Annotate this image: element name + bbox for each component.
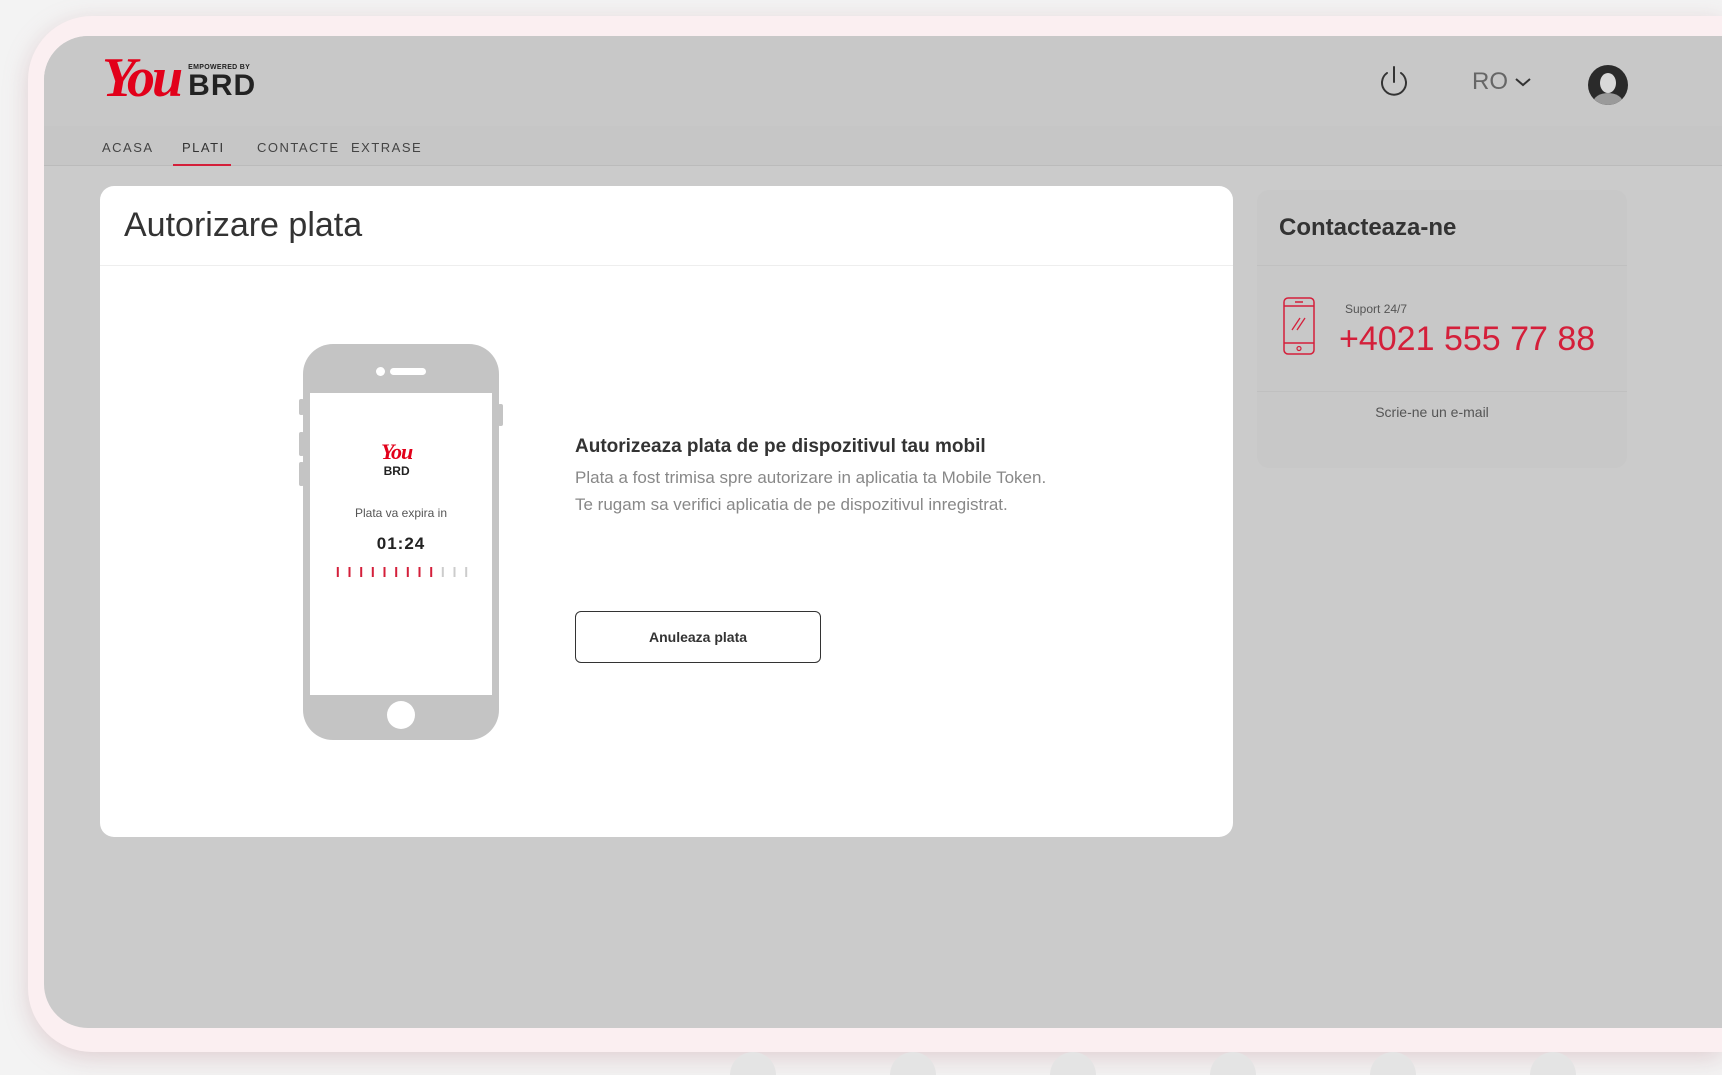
email-link[interactable]: Scrie-ne un e-mail bbox=[1257, 404, 1627, 420]
avatar-shoulders bbox=[1593, 93, 1623, 105]
nav-item-plati[interactable]: PLATI bbox=[182, 140, 225, 155]
phone-logo-you: You bbox=[381, 439, 413, 464]
message-title: Autorizeaza plata de pe dispozitivul tau… bbox=[575, 436, 986, 457]
expire-label: Plata va expira in bbox=[354, 506, 448, 520]
support-phone-row[interactable]: Suport 24/7 +4021 555 77 88 bbox=[1257, 268, 1627, 392]
main-nav: ACASA PLATI CONTACTE EXTRASE bbox=[44, 126, 1722, 166]
logo-you-text: You bbox=[102, 47, 183, 109]
phone-speaker bbox=[390, 368, 426, 375]
nav-item-contacte[interactable]: CONTACTE bbox=[257, 140, 340, 155]
support-label: Suport 24/7 bbox=[1345, 302, 1408, 316]
phone-illustration: You BRD Plata va expira in 01:24 bbox=[299, 344, 503, 740]
phone-camera bbox=[376, 367, 385, 376]
app-window: You EMPOWERED BY BRD RO ACASA PLATI CONT… bbox=[44, 36, 1722, 1028]
progress-tick-filled bbox=[336, 567, 339, 577]
countdown-timer: 01:24 bbox=[376, 534, 426, 553]
countdown-progress bbox=[336, 567, 468, 577]
logo-brd-group: EMPOWERED BY BRD bbox=[188, 64, 257, 102]
phone-screen: You BRD Plata va expira in 01:24 bbox=[310, 393, 492, 695]
nav-item-extrase[interactable]: EXTRASE bbox=[351, 140, 422, 155]
phone-logo-brd: BRD bbox=[383, 464, 410, 478]
progress-tick-empty bbox=[453, 567, 456, 577]
nav-active-indicator bbox=[173, 164, 231, 166]
dock-item bbox=[1530, 1052, 1576, 1075]
language-selector[interactable]: RO bbox=[1472, 68, 1532, 96]
dock-item bbox=[1050, 1052, 1096, 1075]
logo-brd-text: BRD bbox=[188, 69, 257, 102]
phone-logo: You BRD bbox=[381, 439, 413, 478]
progress-tick-filled bbox=[395, 567, 398, 577]
dock-item bbox=[1210, 1052, 1256, 1075]
phone-side-button bbox=[498, 404, 503, 426]
progress-tick-filled bbox=[418, 567, 421, 577]
contact-card: Contacteaza-ne Suport 24/7 +4021 555 77 … bbox=[1257, 190, 1627, 468]
progress-tick-empty bbox=[441, 567, 444, 577]
brand-logo[interactable]: You EMPOWERED BY BRD bbox=[102, 50, 256, 106]
progress-tick-filled bbox=[406, 567, 409, 577]
progress-tick-filled bbox=[430, 567, 433, 577]
progress-tick-filled bbox=[360, 567, 363, 577]
message-body: Plata a fost trimisa spre autorizare in … bbox=[575, 468, 1047, 514]
nav-item-acasa[interactable]: ACASA bbox=[102, 140, 154, 155]
avatar[interactable] bbox=[1588, 65, 1628, 105]
dock-item bbox=[890, 1052, 936, 1075]
phone-side-button bbox=[299, 399, 304, 415]
progress-tick-filled bbox=[371, 567, 374, 577]
progress-tick-filled bbox=[383, 567, 386, 577]
progress-tick-filled bbox=[348, 567, 351, 577]
contact-header: Contacteaza-ne bbox=[1257, 190, 1627, 266]
mobile-phone-icon bbox=[1283, 297, 1315, 355]
logout-button[interactable] bbox=[1374, 62, 1414, 102]
phone-side-button bbox=[299, 432, 304, 456]
phone-side-button bbox=[299, 462, 304, 486]
power-icon bbox=[1381, 66, 1407, 96]
chevron-down-icon bbox=[1515, 78, 1531, 87]
page-title: Autorizare plata bbox=[124, 206, 363, 244]
phone-home-button bbox=[387, 701, 415, 729]
contact-title: Contacteaza-ne bbox=[1279, 213, 1457, 241]
payment-authorization-card: Autorizare plata You BRD Plata va expira… bbox=[100, 186, 1233, 837]
language-label: RO bbox=[1472, 68, 1508, 95]
support-phone-number[interactable]: +4021 555 77 88 bbox=[1339, 320, 1595, 359]
card-header: Autorizare plata bbox=[100, 186, 1233, 266]
dock-item bbox=[730, 1052, 776, 1075]
avatar-face bbox=[1600, 73, 1616, 93]
cancel-payment-button[interactable]: Anuleaza plata bbox=[575, 611, 821, 663]
progress-tick-empty bbox=[465, 567, 468, 577]
dock-item bbox=[1370, 1052, 1416, 1075]
top-bar: You EMPOWERED BY BRD RO bbox=[44, 36, 1722, 126]
